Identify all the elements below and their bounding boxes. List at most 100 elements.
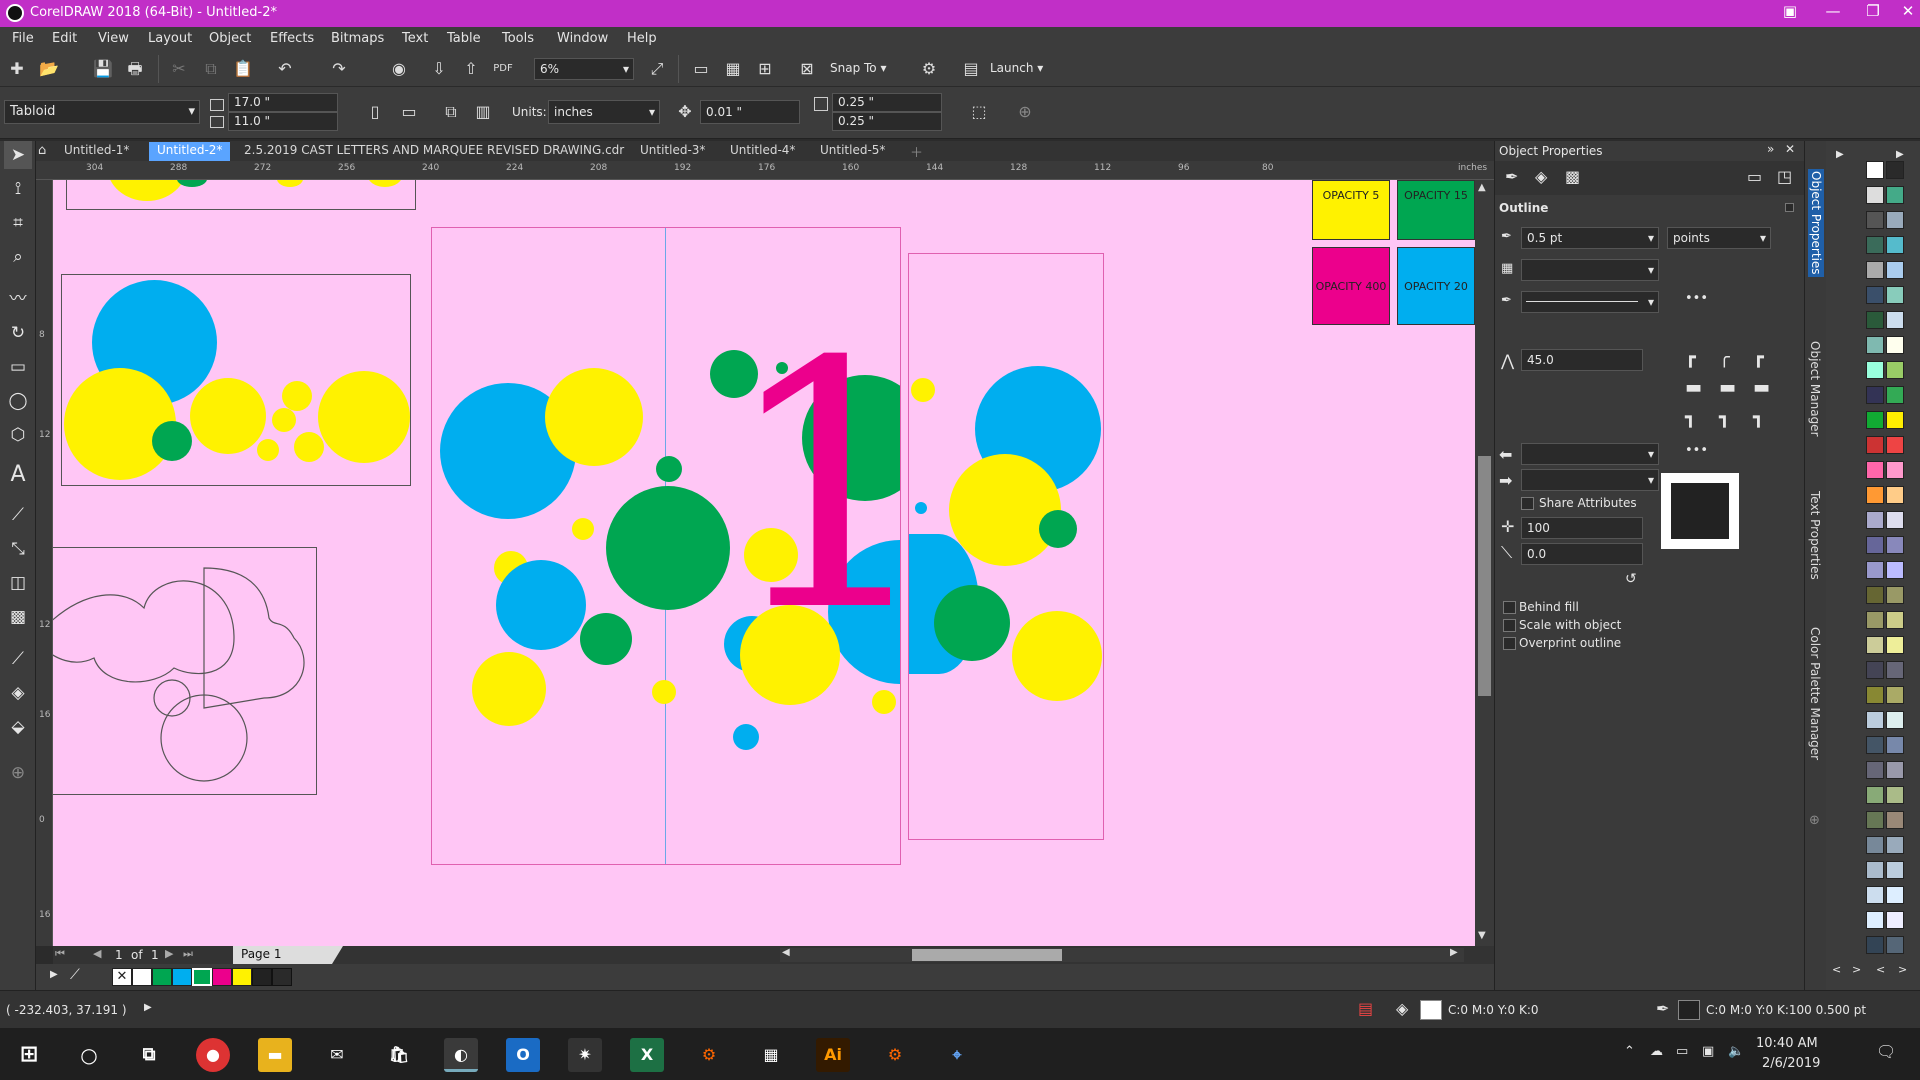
excel-icon[interactable]: X: [630, 1038, 664, 1072]
outline-style-more-icon[interactable]: •••: [1685, 291, 1708, 306]
eyedropper-tool-icon[interactable]: ⟋: [4, 645, 32, 673]
swatch-green[interactable]: [152, 968, 172, 986]
scroll-down-icon[interactable]: ▼: [1478, 930, 1486, 941]
palette-swatch[interactable]: [1886, 311, 1904, 329]
palette-swatch[interactable]: [1866, 536, 1884, 554]
show-guidelines-icon[interactable]: ⊞: [752, 56, 778, 82]
vertical-scroll-thumb[interactable]: [1478, 456, 1491, 696]
palette-swatch[interactable]: [1886, 511, 1904, 529]
swatch-cyan[interactable]: [172, 968, 192, 986]
start-arrow-more-icon[interactable]: •••: [1685, 443, 1708, 458]
palette-prev-2-icon[interactable]: <: [1876, 963, 1885, 976]
tab-untitled-1[interactable]: Untitled-1*: [56, 142, 137, 161]
crop-tool-icon[interactable]: ⌗: [4, 209, 32, 237]
menu-bitmaps[interactable]: Bitmaps: [331, 31, 384, 46]
corner-round-icon[interactable]: ╭: [1719, 347, 1730, 368]
cap-round-icon[interactable]: ▬: [1719, 377, 1736, 398]
angle-field[interactable]: 0.0: [1521, 543, 1643, 565]
illustrator-icon[interactable]: Ai: [816, 1038, 850, 1072]
paste-icon[interactable]: 📋: [230, 56, 256, 82]
last-page-icon[interactable]: ⏭: [183, 947, 193, 961]
transparency-tool-icon[interactable]: ▩: [4, 603, 32, 631]
palette-swatch[interactable]: [1866, 436, 1884, 454]
palette-swatch[interactable]: [1866, 711, 1884, 729]
start-arrowhead-select[interactable]: ▾: [1521, 443, 1659, 465]
outline-units-select[interactable]: points ▾: [1667, 227, 1771, 249]
right-artboard-panel[interactable]: [908, 253, 1104, 840]
palette-swatch[interactable]: [1886, 586, 1904, 604]
copy-icon[interactable]: ⧉: [198, 56, 224, 82]
next-page-icon[interactable]: ▶: [165, 947, 173, 960]
position-outside-icon[interactable]: ┓: [1685, 407, 1696, 428]
palette-swatch[interactable]: [1866, 286, 1884, 304]
cut-icon[interactable]: ✂: [166, 56, 192, 82]
palette-swatch[interactable]: [1866, 511, 1884, 529]
fill-indicator-icon[interactable]: ◈: [1396, 999, 1408, 1018]
palette-prev-icon[interactable]: <: [1832, 963, 1841, 976]
undo-icon[interactable]: ↶: [272, 56, 298, 82]
palette-swatch[interactable]: [1886, 236, 1904, 254]
full-screen-preview-icon[interactable]: ▭: [688, 56, 714, 82]
nudge-distance-field[interactable]: 0.01 ": [700, 100, 800, 124]
palette-swatch[interactable]: [1886, 736, 1904, 754]
drop-shadow-tool-icon[interactable]: ◫: [4, 569, 32, 597]
palette-swatch[interactable]: [1866, 886, 1884, 904]
color-proof-icon[interactable]: ▤: [1358, 999, 1373, 1018]
palette-swatch[interactable]: [1866, 486, 1884, 504]
palette-swatch[interactable]: [1886, 186, 1904, 204]
palette-swatch[interactable]: [1886, 461, 1904, 479]
landscape-icon[interactable]: ▭: [396, 99, 422, 125]
gear-app-icon[interactable]: ⚙: [692, 1038, 726, 1072]
palette-swatch[interactable]: [1886, 811, 1904, 829]
all-pages-icon[interactable]: ⧉: [438, 99, 464, 125]
outline-width-field[interactable]: 0.5 pt ▾: [1521, 227, 1659, 249]
panel-close-icon[interactable]: ✕: [1785, 142, 1795, 156]
mail-icon[interactable]: ✉: [320, 1038, 354, 1072]
ellipse-tool-icon[interactable]: ◯: [4, 387, 32, 415]
scroll-right-icon[interactable]: ▶: [1450, 947, 1458, 958]
zoom-tool-icon[interactable]: ⌕: [4, 243, 32, 271]
menu-file[interactable]: File: [12, 31, 34, 46]
outline-pen-icon[interactable]: ✒: [1656, 999, 1669, 1018]
palette-swatch[interactable]: [1866, 261, 1884, 279]
palette-arrow-icon[interactable]: ▶: [50, 969, 58, 980]
menu-help[interactable]: Help: [627, 31, 657, 46]
corel-app-icon[interactable]: ⌖: [940, 1038, 974, 1072]
menu-text[interactable]: Text: [402, 31, 428, 46]
snap-to-dropdown[interactable]: Snap To ▾: [830, 61, 886, 75]
interactive-fill-tool-icon[interactable]: ◈: [4, 679, 32, 707]
docker-tab-object-manager[interactable]: Object Manager: [1808, 341, 1822, 437]
outline-section-toggle[interactable]: [1785, 203, 1794, 212]
shape-tool-icon[interactable]: ⟟: [4, 175, 32, 203]
swatch-white[interactable]: [132, 968, 152, 986]
horizontal-ruler[interactable]: 304 288 272 256 240 224 208 192 176 160 …: [36, 161, 1494, 180]
add-tool-icon[interactable]: ⊕: [4, 759, 32, 787]
palette-swatch[interactable]: [1886, 386, 1904, 404]
duplicate-x-field[interactable]: 0.25 ": [832, 93, 942, 112]
palette-swatch[interactable]: [1886, 436, 1904, 454]
palette-swatch[interactable]: [1886, 886, 1904, 904]
publish-pdf-icon[interactable]: PDF: [490, 56, 516, 82]
corner-bevel-icon[interactable]: ┏: [1753, 347, 1764, 368]
redo-icon[interactable]: ↷: [326, 56, 352, 82]
zoom-to-page-icon[interactable]: ⤢: [644, 56, 670, 82]
tab-untitled-3[interactable]: Untitled-3*: [632, 142, 713, 161]
new-document-icon[interactable]: ✚: [4, 56, 30, 82]
connector-tool-icon[interactable]: ⤡: [4, 535, 32, 563]
palette-swatch[interactable]: [1886, 861, 1904, 879]
palette-swatch[interactable]: [1886, 211, 1904, 229]
outline-style-select[interactable]: ▾: [1521, 291, 1659, 313]
file-explorer-icon[interactable]: ▬: [258, 1038, 292, 1072]
palette-swatch[interactable]: [1866, 636, 1884, 654]
palette-swatch[interactable]: [1866, 211, 1884, 229]
scale-with-object-checkbox[interactable]: [1503, 619, 1516, 632]
smart-fill-tool-icon[interactable]: ⬙: [4, 713, 32, 741]
miter-limit-field[interactable]: 45.0: [1521, 349, 1643, 371]
palette-swatch[interactable]: [1866, 561, 1884, 579]
volume-icon[interactable]: 🔈: [1728, 1044, 1744, 1059]
palette-swatch[interactable]: [1886, 161, 1904, 179]
palette-swatch[interactable]: [1886, 936, 1904, 954]
onedrive-icon[interactable]: ☁: [1650, 1044, 1663, 1059]
profile-icon[interactable]: ▣: [1772, 2, 1808, 24]
first-page-icon[interactable]: ⏮: [55, 947, 65, 961]
